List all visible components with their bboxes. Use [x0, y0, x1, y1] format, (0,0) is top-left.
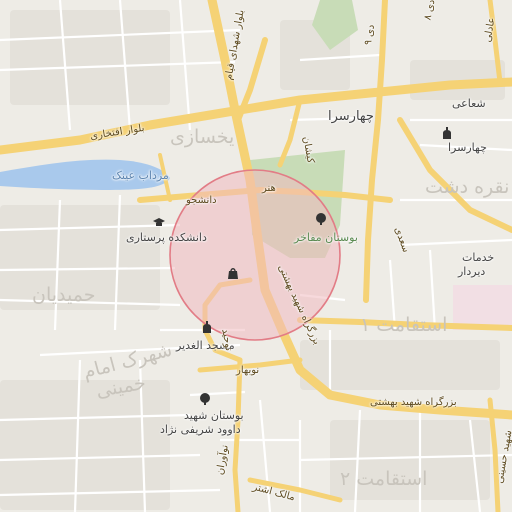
label-daneshjoo: دانشجو: [186, 195, 217, 206]
label-bozorgrah-beheshti: بزرگراه شهید بهشتی: [370, 397, 457, 408]
label-yakhsazi: یخسازی: [170, 126, 235, 148]
tree-icon[interactable]: [314, 212, 328, 226]
mosque-icon[interactable]: [440, 126, 454, 140]
label-estegamat-2: استقامت ۲: [340, 468, 428, 490]
label-honar: هنر: [262, 183, 276, 194]
label-dirdaz: دیردار: [458, 265, 486, 278]
label-hamidian: حمیدیان: [32, 284, 96, 306]
mosque-icon[interactable]: [200, 320, 214, 334]
label-khadamat: خدمات: [462, 251, 495, 264]
label-nobahar: نوبهار: [236, 365, 260, 376]
label-parastari: دانشکده پرستاری: [126, 231, 207, 244]
label-mordab-eynak: مرداب عینک: [112, 169, 169, 182]
label-chaharsara-road: چهارسرا: [328, 109, 374, 124]
label-boostan-mafakher: بوستان مفاخر: [294, 231, 358, 244]
label-shoaie: شعاعی: [452, 97, 486, 110]
label-davood-sharifi: داوود شریفی نژاد: [160, 423, 241, 436]
tree-icon[interactable]: [198, 392, 212, 406]
label-boostan-shahid: بوستان شهید: [184, 409, 244, 422]
map-base-layer: [0, 0, 512, 512]
graduation-cap-icon[interactable]: [152, 215, 166, 229]
label-noghre-dasht: نقره دشت: [425, 176, 510, 198]
label-chaharsara-poi: چهارسرا: [448, 141, 487, 154]
label-estegamat-1: استقامت ۱: [360, 314, 448, 336]
map-view[interactable]: بلوار افتخاری بلوار شهدای قیام ۸ دی ۹ دی…: [0, 0, 512, 512]
shopping-bag-icon[interactable]: [226, 266, 240, 280]
